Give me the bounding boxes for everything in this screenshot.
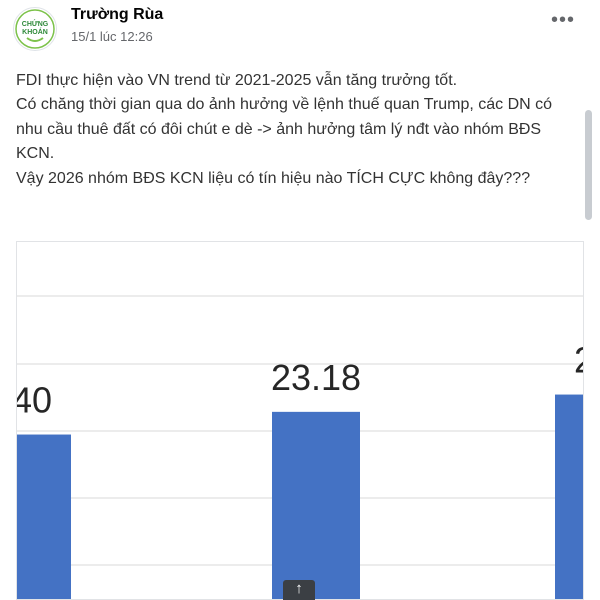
avatar-logo-icon: CHỨNG KHOÁN — [15, 9, 55, 49]
bar-chart: .40 23.18 25. — [17, 295, 584, 599]
chart-bar — [272, 411, 360, 599]
more-options-button[interactable]: ••• — [545, 6, 581, 34]
post-text: FDI thực hiện vào VN trend từ 2021-2025 … — [16, 69, 576, 191]
scrollbar-thumb[interactable] — [585, 110, 592, 220]
avatar[interactable]: CHỨNG KHOÁN — [13, 7, 57, 51]
post-image-chart[interactable]: .40 23.18 25. — [16, 241, 584, 600]
chart-bar — [17, 434, 71, 599]
facebook-post: CHỨNG KHOÁN Trường Rùa 15/1 lúc 12:26 ••… — [0, 0, 600, 600]
chart-data-label: 25. — [574, 340, 584, 381]
chart-data-label: 23.18 — [271, 357, 361, 398]
post-timestamp[interactable]: 15/1 lúc 12:26 — [71, 28, 153, 45]
scroll-up-button[interactable]: ↑ — [283, 580, 315, 600]
post-text-line: FDI thực hiện vào VN trend từ 2021-2025 … — [16, 72, 458, 89]
chart-bar — [555, 394, 583, 599]
avatar-text-top: CHỨNG — [22, 19, 49, 28]
chart-data-label: .40 — [17, 380, 52, 421]
arrow-up-icon: ↑ — [295, 580, 303, 597]
more-options-icon: ••• — [550, 8, 575, 31]
post-text-line: Có chăng thời gian qua do ảnh hưởng về l… — [16, 96, 553, 163]
post-text-line: Vậy 2026 nhóm BĐS KCN liệu có tín hiệu n… — [16, 169, 531, 187]
avatar-text-bottom: KHOÁN — [22, 27, 48, 36]
post-author[interactable]: Trường Rùa — [71, 5, 163, 25]
